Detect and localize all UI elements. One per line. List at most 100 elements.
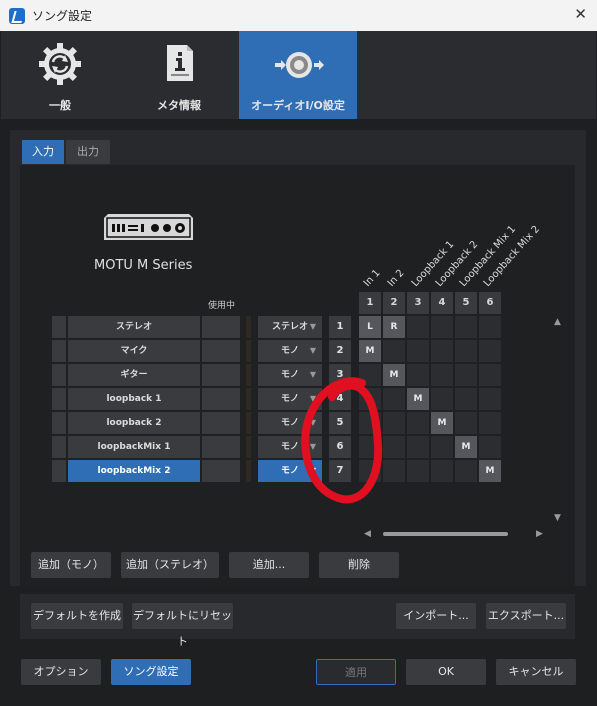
matrix-cell[interactable] xyxy=(431,436,453,458)
column-number: 5 xyxy=(455,292,477,314)
channel-name[interactable]: ギター xyxy=(68,364,200,386)
row-handle[interactable] xyxy=(52,316,66,338)
format-value: モノ xyxy=(280,466,299,476)
in-use-cell[interactable] xyxy=(202,316,240,338)
audio-io-icon xyxy=(275,52,324,78)
row-handle[interactable] xyxy=(52,436,66,458)
column-number: 2 xyxy=(383,292,405,314)
apply-button[interactable]: 適用 xyxy=(316,659,396,685)
matrix-cell[interactable] xyxy=(479,436,501,458)
matrix-cell[interactable]: L xyxy=(359,316,381,338)
matrix-cell[interactable] xyxy=(407,340,429,362)
in-use-cell[interactable] xyxy=(202,388,240,410)
horizontal-scrollbar[interactable] xyxy=(383,532,508,536)
import-button[interactable]: インポート... xyxy=(396,603,476,629)
options-button[interactable]: オプション xyxy=(21,659,101,685)
in-use-cell[interactable] xyxy=(202,412,240,434)
channel-name[interactable]: loopback 1 xyxy=(68,388,200,410)
matrix-cell[interactable] xyxy=(479,412,501,434)
level-meter xyxy=(246,364,251,386)
matrix-cell[interactable]: M xyxy=(455,436,477,458)
matrix-cell[interactable]: M xyxy=(407,388,429,410)
matrix-cell[interactable]: M xyxy=(359,340,381,362)
channel-name[interactable]: loopback 2 xyxy=(68,412,200,434)
info-document-icon xyxy=(167,45,193,81)
matrix-cell[interactable] xyxy=(431,340,453,362)
matrix-cell[interactable]: R xyxy=(383,316,405,338)
channel-name[interactable]: loopbackMix 2 xyxy=(68,460,200,482)
in-use-cell[interactable] xyxy=(202,364,240,386)
close-icon[interactable]: ✕ xyxy=(574,5,587,23)
ok-button[interactable]: OK xyxy=(406,659,486,685)
tab-general-label: 一般 xyxy=(49,99,71,112)
scroll-up-icon[interactable]: ▲ xyxy=(554,317,561,327)
in-use-cell[interactable] xyxy=(202,436,240,458)
tab-input[interactable]: 入力 xyxy=(22,140,64,164)
matrix-cell[interactable] xyxy=(383,436,405,458)
matrix-cell[interactable] xyxy=(479,364,501,386)
scroll-down-icon[interactable]: ▼ xyxy=(554,513,561,523)
delete-button[interactable]: 削除 xyxy=(319,552,399,578)
in-use-cell[interactable] xyxy=(202,340,240,362)
in-use-cell[interactable] xyxy=(202,460,240,482)
matrix-cell[interactable] xyxy=(431,388,453,410)
format-dropdown[interactable]: ステレオ ▼ xyxy=(258,316,322,338)
row-handle[interactable] xyxy=(52,340,66,362)
scroll-right-icon[interactable]: ▶ xyxy=(536,529,543,539)
level-meter xyxy=(246,340,251,362)
matrix-cell[interactable] xyxy=(407,316,429,338)
matrix-cell[interactable] xyxy=(479,340,501,362)
matrix-cell[interactable] xyxy=(479,316,501,338)
matrix-cell[interactable] xyxy=(407,412,429,434)
matrix-cell[interactable] xyxy=(407,460,429,482)
matrix-cell[interactable]: M xyxy=(479,460,501,482)
matrix-cell[interactable] xyxy=(431,316,453,338)
song-settings-button[interactable]: ソング設定 xyxy=(111,659,191,685)
matrix-cell[interactable] xyxy=(407,364,429,386)
tab-meta-info[interactable]: メタ情報 xyxy=(120,31,238,119)
format-value: モノ xyxy=(280,394,299,404)
format-value: モノ xyxy=(280,370,299,380)
row-handle[interactable] xyxy=(52,412,66,434)
channel-name[interactable]: loopbackMix 1 xyxy=(68,436,200,458)
level-meter xyxy=(246,436,251,458)
add-button[interactable]: 追加... xyxy=(229,552,309,578)
format-value: モノ xyxy=(280,442,299,452)
in-use-header: 使用中 xyxy=(208,301,236,311)
matrix-cell[interactable] xyxy=(383,340,405,362)
matrix-cell[interactable] xyxy=(383,388,405,410)
matrix-cell[interactable] xyxy=(431,364,453,386)
row-handle[interactable] xyxy=(52,364,66,386)
matrix-cell[interactable] xyxy=(455,340,477,362)
matrix-cell[interactable] xyxy=(455,412,477,434)
export-button[interactable]: エクスポート... xyxy=(486,603,566,629)
reset-default-button[interactable]: デフォルトにリセット xyxy=(132,603,233,648)
matrix-cell[interactable] xyxy=(407,436,429,458)
format-value: ステレオ xyxy=(271,322,308,332)
cancel-button[interactable]: キャンセル xyxy=(496,659,576,685)
channel-name[interactable]: マイク xyxy=(68,340,200,362)
format-dropdown[interactable]: モノ ▼ xyxy=(258,340,322,362)
matrix-cell[interactable] xyxy=(455,364,477,386)
matrix-cell[interactable]: M xyxy=(431,412,453,434)
matrix-cell[interactable] xyxy=(479,388,501,410)
matrix-cell[interactable] xyxy=(455,388,477,410)
channel-name[interactable]: ステレオ xyxy=(68,316,200,338)
add-stereo-button[interactable]: 追加（ステレオ） xyxy=(121,552,219,578)
row-handle[interactable] xyxy=(52,388,66,410)
make-default-button[interactable]: デフォルトを作成 xyxy=(31,603,123,629)
add-mono-button[interactable]: 追加（モノ） xyxy=(31,552,111,578)
matrix-cell[interactable] xyxy=(455,460,477,482)
scroll-left-icon[interactable]: ◀ xyxy=(364,529,371,539)
tab-audio-io[interactable]: オーディオI/O設定 xyxy=(239,31,357,119)
matrix-cell[interactable] xyxy=(431,460,453,482)
tab-output[interactable]: 出力 xyxy=(66,140,110,164)
matrix-cell[interactable] xyxy=(383,460,405,482)
matrix-cell[interactable]: M xyxy=(383,364,405,386)
row-handle[interactable] xyxy=(52,460,66,482)
format-value: モノ xyxy=(280,346,299,356)
level-meter xyxy=(246,412,251,434)
tab-general[interactable]: 一般 xyxy=(1,31,119,119)
matrix-cell[interactable] xyxy=(383,412,405,434)
matrix-cell[interactable] xyxy=(455,316,477,338)
